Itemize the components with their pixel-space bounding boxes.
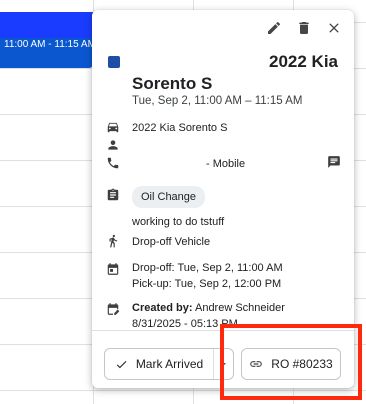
car-icon (106, 120, 120, 134)
close-icon (329, 23, 339, 33)
phone-row: - Mobile (106, 156, 340, 172)
created-by-name: Andrew Schneider (194, 302, 285, 314)
edit-button[interactable] (264, 18, 284, 38)
pencil-icon (268, 21, 281, 34)
vehicle-row: 2022 Kia Sorento S (106, 120, 340, 136)
event-color-square (108, 56, 120, 68)
repair-order-label: RO #80233 (271, 357, 333, 371)
event-title-model: Sorento S (132, 74, 213, 93)
phone-type-label: - Mobile (206, 158, 246, 170)
transport-row: Drop-off Vehicle (106, 234, 340, 250)
calendar-icon (106, 262, 120, 276)
vehicle-text: 2022 Kia Sorento S (132, 122, 228, 134)
calendar-event-block[interactable]: 11:00 AM - 11:15 AM (0, 12, 96, 68)
clipboard-icon (106, 188, 120, 202)
chevron-down-icon (221, 363, 226, 366)
check-icon (116, 360, 127, 368)
delete-button[interactable] (294, 18, 314, 38)
chat-icon (328, 156, 340, 168)
event-datetime: Tue, Sep 2, 11:00 AM – 11:15 AM (132, 95, 303, 107)
transport-text: Drop-off Vehicle (132, 236, 211, 248)
mark-arrived-button[interactable]: Mark Arrived (105, 349, 213, 379)
repair-order-button[interactable]: RO #80233 (241, 348, 341, 380)
schedule-row: Drop-off: Tue, Sep 2, 11:00 AM Pick-up: … (106, 260, 340, 292)
close-button[interactable] (324, 18, 344, 38)
customer-row (106, 138, 340, 152)
event-color-strip (0, 12, 93, 38)
service-row: Oil Change working to do tstuff (106, 186, 340, 230)
mark-arrived-label: Mark Arrived (135, 357, 204, 371)
edit-calendar-icon (106, 302, 120, 316)
event-title-year-make: 2022 Kia (269, 52, 338, 71)
link-icon (250, 361, 263, 367)
service-chip: Oil Change (132, 186, 206, 208)
created-by-label: Created by: (132, 302, 193, 314)
service-notes: working to do tstuff (132, 216, 225, 228)
event-details-popup: 2022 Kia Sorento S Tue, Sep 2, 11:00 AM … (92, 10, 354, 388)
person-icon (106, 138, 120, 152)
phone-icon (106, 156, 120, 170)
popup-toolbar (264, 18, 344, 38)
mark-arrived-split-button: Mark Arrived (104, 348, 234, 380)
created-row: Created by: Andrew Schneider 8/31/2025 -… (106, 300, 340, 332)
pickup-time: Pick-up: Tue, Sep 2, 12:00 PM (132, 278, 282, 290)
trash-icon (299, 22, 309, 34)
send-message-button[interactable] (326, 154, 342, 170)
person-walking-icon (106, 234, 120, 248)
dropoff-time: Drop-off: Tue, Sep 2, 11:00 AM (132, 262, 283, 274)
event-time-label: 11:00 AM - 11:15 AM (4, 39, 96, 50)
footer-divider (92, 330, 354, 331)
mark-arrived-dropdown-button[interactable] (213, 349, 233, 379)
